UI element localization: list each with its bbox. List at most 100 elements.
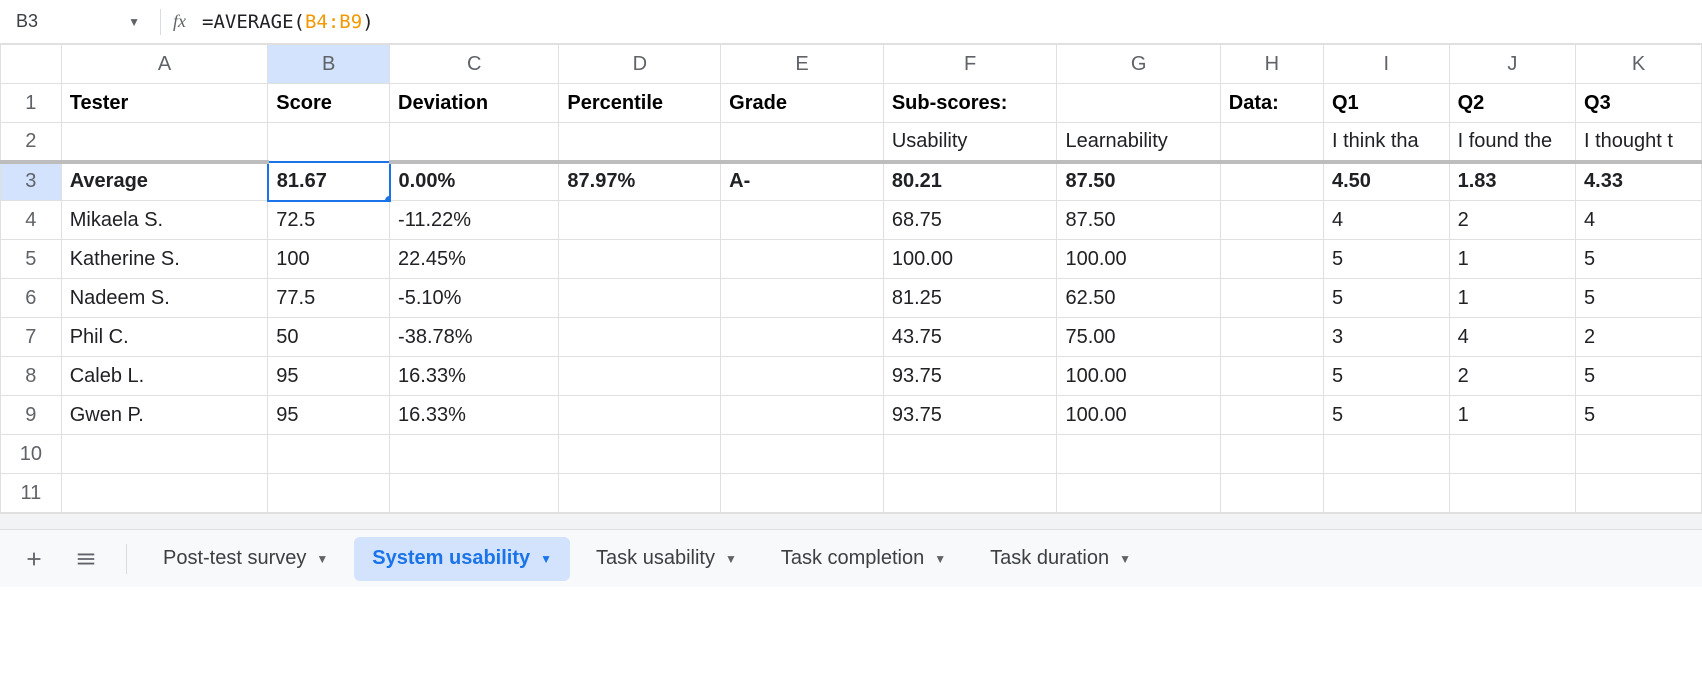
row-header-3[interactable]: 3 xyxy=(1,162,62,201)
cell[interactable] xyxy=(721,474,884,513)
cell[interactable]: 5 xyxy=(1323,240,1449,279)
cell[interactable]: Learnability xyxy=(1057,123,1220,162)
cell[interactable]: I think tha xyxy=(1323,123,1449,162)
row-header-10[interactable]: 10 xyxy=(1,435,62,474)
cell[interactable]: 100.00 xyxy=(1057,396,1220,435)
row-header-11[interactable]: 11 xyxy=(1,474,62,513)
cell[interactable]: -5.10% xyxy=(390,279,559,318)
cell[interactable] xyxy=(721,123,884,162)
active-cell[interactable]: 81.67 xyxy=(268,162,390,201)
cell[interactable]: A- xyxy=(721,162,884,201)
cell[interactable] xyxy=(61,123,268,162)
cell[interactable]: 100.00 xyxy=(1057,357,1220,396)
cell[interactable]: 62.50 xyxy=(1057,279,1220,318)
chevron-down-icon[interactable]: ▼ xyxy=(725,552,737,566)
col-header-K[interactable]: K xyxy=(1576,45,1702,84)
cell[interactable] xyxy=(559,240,721,279)
cell[interactable]: 87.50 xyxy=(1057,162,1220,201)
chevron-down-icon[interactable]: ▼ xyxy=(1119,552,1131,566)
row-header-1[interactable]: 1 xyxy=(1,84,62,123)
cell[interactable] xyxy=(1220,123,1323,162)
cell[interactable]: Q2 xyxy=(1449,84,1575,123)
sheet-tab[interactable]: Post-test survey▼ xyxy=(145,537,346,581)
cell[interactable]: Data: xyxy=(1220,84,1323,123)
cell[interactable] xyxy=(721,279,884,318)
col-header-I[interactable]: I xyxy=(1323,45,1449,84)
cell[interactable]: 100.00 xyxy=(883,240,1057,279)
cell[interactable]: 1 xyxy=(1449,240,1575,279)
chevron-down-icon[interactable]: ▼ xyxy=(128,15,140,29)
cell[interactable] xyxy=(61,474,268,513)
cell[interactable]: 2 xyxy=(1576,318,1702,357)
cell[interactable]: 100 xyxy=(268,240,390,279)
cell[interactable] xyxy=(390,435,559,474)
col-header-C[interactable]: C xyxy=(390,45,559,84)
cell[interactable]: 5 xyxy=(1576,240,1702,279)
col-header-F[interactable]: F xyxy=(883,45,1057,84)
row-header-8[interactable]: 8 xyxy=(1,357,62,396)
cell[interactable]: 95 xyxy=(268,396,390,435)
cell[interactable] xyxy=(1323,474,1449,513)
cell[interactable]: 80.21 xyxy=(883,162,1057,201)
cell[interactable]: 4.33 xyxy=(1576,162,1702,201)
col-header-H[interactable]: H xyxy=(1220,45,1323,84)
cell[interactable]: I found the xyxy=(1449,123,1575,162)
cell[interactable] xyxy=(1220,240,1323,279)
cell[interactable]: Percentile xyxy=(559,84,721,123)
cell[interactable]: 16.33% xyxy=(390,396,559,435)
cell[interactable] xyxy=(1449,474,1575,513)
cell[interactable]: 2 xyxy=(1449,357,1575,396)
col-header-D[interactable]: D xyxy=(559,45,721,84)
row-header-2[interactable]: 2 xyxy=(1,123,62,162)
cell[interactable]: Score xyxy=(268,84,390,123)
cell[interactable] xyxy=(559,123,721,162)
cell[interactable] xyxy=(721,396,884,435)
row-header-4[interactable]: 4 xyxy=(1,201,62,240)
cell[interactable]: 0.00% xyxy=(390,162,559,201)
cell[interactable] xyxy=(1220,474,1323,513)
fill-handle[interactable] xyxy=(385,196,390,201)
cell[interactable] xyxy=(721,357,884,396)
cell[interactable] xyxy=(559,279,721,318)
cell[interactable] xyxy=(1220,435,1323,474)
cell[interactable]: 81.25 xyxy=(883,279,1057,318)
chevron-down-icon[interactable]: ▼ xyxy=(934,552,946,566)
cell[interactable] xyxy=(559,474,721,513)
cell[interactable]: 68.75 xyxy=(883,201,1057,240)
cell[interactable]: 22.45% xyxy=(390,240,559,279)
cell[interactable]: 93.75 xyxy=(883,357,1057,396)
cell[interactable]: -38.78% xyxy=(390,318,559,357)
row-header-9[interactable]: 9 xyxy=(1,396,62,435)
cell[interactable] xyxy=(1576,474,1702,513)
cell[interactable]: 5 xyxy=(1323,279,1449,318)
name-box[interactable]: B3 ▼ xyxy=(8,11,148,32)
cell[interactable]: 3 xyxy=(1323,318,1449,357)
cell[interactable]: Q1 xyxy=(1323,84,1449,123)
cell[interactable] xyxy=(559,435,721,474)
col-header-G[interactable]: G xyxy=(1057,45,1220,84)
cell[interactable] xyxy=(268,435,390,474)
cell[interactable] xyxy=(268,123,390,162)
cell[interactable] xyxy=(1220,357,1323,396)
cell[interactable]: 75.00 xyxy=(1057,318,1220,357)
cell[interactable] xyxy=(1220,162,1323,201)
cell[interactable]: Caleb L. xyxy=(61,357,268,396)
cell[interactable]: 77.5 xyxy=(268,279,390,318)
cell[interactable] xyxy=(559,201,721,240)
cell[interactable]: 1 xyxy=(1449,279,1575,318)
cell[interactable] xyxy=(1220,201,1323,240)
cell[interactable]: 16.33% xyxy=(390,357,559,396)
chevron-down-icon[interactable]: ▼ xyxy=(540,552,552,566)
cell[interactable] xyxy=(1057,474,1220,513)
add-sheet-button[interactable] xyxy=(12,537,56,581)
chevron-down-icon[interactable]: ▼ xyxy=(316,552,328,566)
cell[interactable] xyxy=(883,474,1057,513)
all-sheets-button[interactable] xyxy=(64,537,108,581)
horizontal-scrollbar[interactable] xyxy=(0,513,1702,529)
sheet-tab[interactable]: System usability▼ xyxy=(354,537,570,581)
cell[interactable]: Q3 xyxy=(1576,84,1702,123)
cell[interactable] xyxy=(1220,318,1323,357)
cell[interactable]: 4.50 xyxy=(1323,162,1449,201)
formula-input[interactable]: =AVERAGE(B4:B9) xyxy=(202,11,374,33)
cell[interactable] xyxy=(721,318,884,357)
